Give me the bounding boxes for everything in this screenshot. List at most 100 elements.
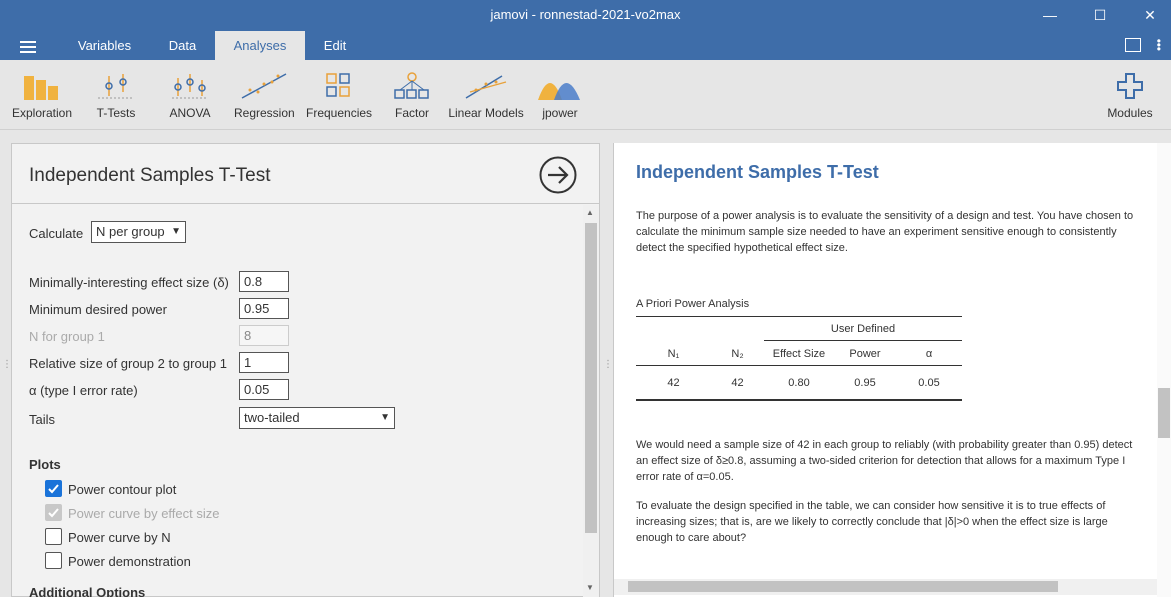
- power-contour-checkbox[interactable]: [45, 480, 62, 497]
- results-panel: Independent Samples T-Test The purpose o…: [613, 143, 1171, 597]
- tab-data[interactable]: Data: [150, 31, 215, 60]
- toolbar-modules[interactable]: Modules: [1102, 72, 1158, 120]
- menu-bar: Variables Data Analyses Edit • • •: [0, 31, 1171, 60]
- table-header-alpha: α: [925, 348, 933, 360]
- toolbar-frequencies[interactable]: Frequencies: [306, 72, 373, 120]
- table-top-rule: [636, 316, 962, 317]
- anova-icon: [172, 74, 208, 99]
- power-curve-n-checkbox[interactable]: [45, 528, 62, 545]
- tab-analyses[interactable]: Analyses: [215, 31, 305, 60]
- toolbar-modules-label: Modules: [1107, 106, 1153, 120]
- toolbar-linear-models-label: Linear Models: [448, 106, 524, 120]
- toolbar-regression[interactable]: Regression: [234, 72, 295, 120]
- table-cell-alpha: 0.05: [918, 377, 940, 389]
- tab-edit[interactable]: Edit: [305, 31, 365, 60]
- results-hscrollbar[interactable]: [614, 579, 1157, 595]
- tails-label: Tails: [29, 412, 56, 427]
- alpha-field[interactable]: 0.05: [239, 379, 289, 400]
- effect-size-field[interactable]: 0.8: [239, 271, 289, 292]
- table-header-n2: N₂: [731, 348, 744, 360]
- checkmark-icon: [48, 484, 59, 494]
- go-to-results-button[interactable]: [539, 156, 577, 194]
- power-curve-effect-label: Power curve by effect size: [68, 506, 220, 521]
- toolbar-ttests-label: T-Tests: [96, 106, 136, 120]
- alpha-label: α (type I error rate): [29, 383, 138, 398]
- toolbar-linear-models[interactable]: Linear Models: [448, 72, 524, 120]
- results-title: Independent Samples T-Test: [636, 162, 879, 182]
- analyses-toolbar: Exploration T-Tests ANOVA Regression Fre…: [0, 60, 1171, 130]
- table-group-rule: [764, 340, 962, 341]
- modules-icon: [1117, 73, 1143, 99]
- factor-icon: [394, 72, 429, 99]
- results-intro: The purpose of a power analysis is to ev…: [636, 210, 1134, 254]
- ttests-icon: [98, 74, 134, 99]
- toolbar-exploration-label: Exploration: [11, 106, 73, 120]
- ratio-field[interactable]: 1: [239, 352, 289, 373]
- power-curve-n-label: Power curve by N: [68, 530, 171, 545]
- table-group-header: User Defined: [830, 323, 896, 335]
- more-options-icon[interactable]: • • •: [1157, 35, 1161, 55]
- maximize-icon[interactable]: ☐: [1085, 4, 1115, 26]
- toolbar-factor-label: Factor: [394, 106, 429, 120]
- toolbar-anova[interactable]: ANOVA: [160, 72, 220, 120]
- table-cell-effect-size: 0.80: [788, 377, 810, 389]
- toolbar-frequencies-label: Frequencies: [306, 106, 373, 120]
- minimize-icon[interactable]: —: [1035, 4, 1065, 26]
- chevron-down-icon: ▼: [171, 226, 181, 237]
- window-title: jamovi - ronnestad-2021-vo2max: [490, 7, 681, 22]
- toolbar-regression-label: Regression: [234, 106, 295, 120]
- scroll-down-icon[interactable]: ▼: [586, 583, 594, 592]
- toolbar-anova-label: ANOVA: [169, 106, 211, 120]
- results-hscrollbar-thumb[interactable]: [628, 581, 1058, 592]
- results-para2: To evaluate the design specified in the …: [636, 500, 1108, 544]
- options-header: Independent Samples T-Test: [12, 144, 599, 204]
- results-mode-icon[interactable]: [1125, 38, 1141, 52]
- chevron-down-icon: ▼: [380, 412, 390, 423]
- options-title: Independent Samples T-Test: [29, 165, 271, 186]
- close-icon[interactable]: ✕: [1135, 4, 1165, 26]
- ratio-label: Relative size of group 2 to group 1: [29, 356, 228, 371]
- results-vscrollbar-thumb[interactable]: [1158, 388, 1170, 438]
- power-table-title: A Priori Power Analysis: [636, 298, 750, 310]
- toolbar-jpower[interactable]: jpower: [534, 72, 586, 120]
- effect-size-label: Minimally-interesting effect size (δ): [29, 275, 229, 290]
- jpower-icon: [538, 83, 580, 100]
- tab-variables[interactable]: Variables: [62, 31, 147, 60]
- table-header-power: Power: [849, 348, 881, 360]
- tails-select-value: two-tailed: [244, 410, 300, 425]
- power-demonstration-label: Power demonstration: [68, 554, 191, 569]
- power-field[interactable]: 0.95: [239, 298, 289, 319]
- toolbar-jpower-label: jpower: [542, 106, 578, 120]
- results-vscrollbar[interactable]: [1157, 143, 1171, 597]
- options-scrollbar[interactable]: ▲ ▼: [583, 205, 599, 597]
- additional-options-title[interactable]: Additional Options: [29, 585, 145, 597]
- table-cell-power: 0.95: [854, 377, 876, 389]
- toolbar-ttests[interactable]: T-Tests: [86, 72, 146, 120]
- hamburger-menu-icon[interactable]: [20, 41, 36, 53]
- options-scrollbar-thumb[interactable]: [585, 223, 597, 533]
- regression-icon: [241, 73, 287, 99]
- table-cell-n2: 42: [731, 377, 744, 389]
- toolbar-factor[interactable]: Factor: [385, 72, 439, 120]
- options-panel: Independent Samples T-Test Calculate N p…: [11, 143, 600, 597]
- table-header-n1: N₁: [667, 348, 680, 360]
- calculate-select[interactable]: N per group ▼: [91, 221, 186, 243]
- power-label: Minimum desired power: [29, 302, 167, 317]
- left-splitter-handle[interactable]: ⋮: [2, 360, 12, 370]
- checkmark-icon: [48, 508, 59, 518]
- frequencies-icon: [326, 73, 350, 97]
- table-header-effect-size: Effect Size: [772, 348, 826, 360]
- plots-section-title: Plots: [29, 457, 61, 472]
- center-splitter-handle[interactable]: ⋮: [603, 360, 613, 370]
- exploration-icon: [24, 76, 58, 100]
- title-bar: jamovi - ronnestad-2021-vo2max — ☐ ✕: [0, 0, 1171, 31]
- toolbar-exploration[interactable]: Exploration: [10, 72, 74, 120]
- options-body: Calculate N per group ▼ Minimally-intere…: [12, 205, 582, 597]
- n-group1-label: N for group 1: [29, 329, 105, 344]
- arrow-right-circle-icon: [539, 156, 577, 194]
- scroll-up-icon[interactable]: ▲: [586, 208, 594, 217]
- power-curve-effect-checkbox: [45, 504, 62, 521]
- power-contour-label: Power contour plot: [68, 482, 177, 497]
- tails-select[interactable]: two-tailed ▼: [239, 407, 395, 429]
- power-demonstration-checkbox[interactable]: [45, 552, 62, 569]
